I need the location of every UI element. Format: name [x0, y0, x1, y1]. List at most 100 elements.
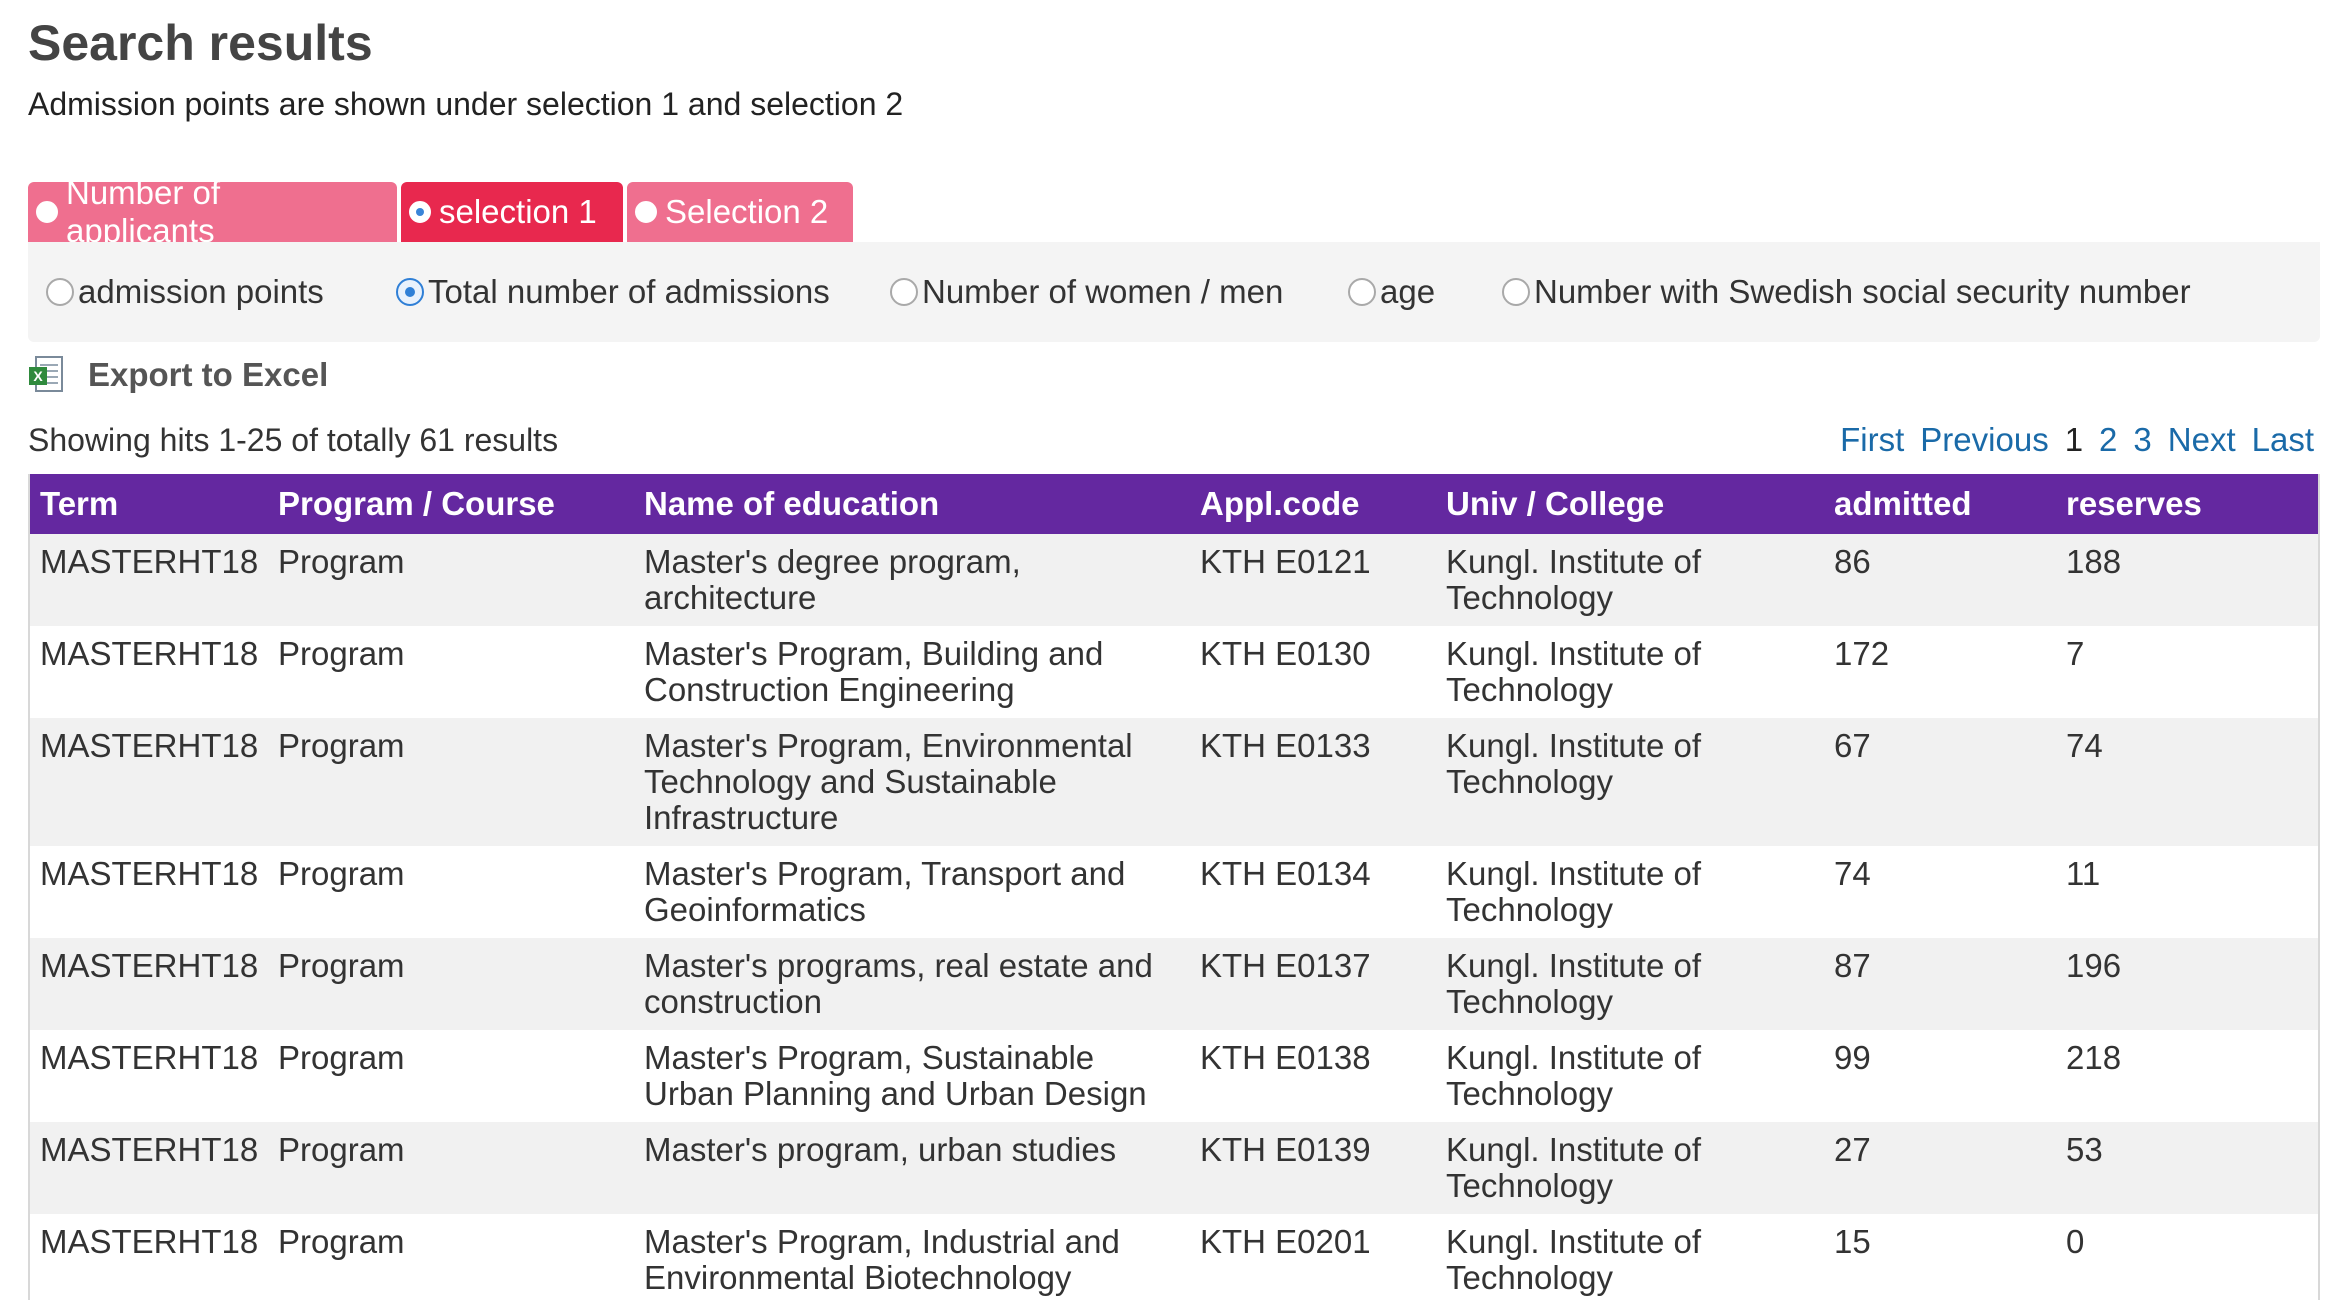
- cell-term: MASTERHT18: [40, 1131, 259, 1168]
- option-total-admissions[interactable]: Total number of admissions: [396, 272, 830, 312]
- option-swedish-ssn[interactable]: Number with Swedish social security numb…: [1502, 272, 2191, 312]
- option-women-men[interactable]: Number of women / men: [890, 272, 1283, 312]
- tab-selection-1[interactable]: selection 1: [401, 182, 623, 242]
- pager-page-2[interactable]: 2: [2099, 420, 2117, 460]
- cell-appl-code: KTH E0139: [1200, 1131, 1371, 1168]
- cell-name-of-education: Master's Program, Sustainable Urban Plan…: [644, 1039, 1147, 1112]
- radio-icon[interactable]: [46, 278, 74, 306]
- cell-reserves: 188: [2066, 543, 2122, 580]
- option-label: admission points: [78, 273, 324, 310]
- option-label: Number of women / men: [922, 273, 1284, 310]
- cell-program-course: Program: [278, 1223, 405, 1260]
- radio-icon[interactable]: [1502, 278, 1530, 306]
- cell-program-course: Program: [278, 1131, 405, 1168]
- cell-reserves: 7: [2066, 635, 2085, 672]
- column-header-name-of-education[interactable]: Name of education: [634, 474, 1190, 534]
- option-label: age: [1380, 273, 1436, 310]
- column-header-reserves[interactable]: reserves: [2056, 474, 2318, 534]
- cell-program-course: Program: [278, 1039, 405, 1076]
- pager-page-3[interactable]: 3: [2133, 420, 2151, 460]
- option-label: Total number of admissions: [428, 273, 830, 310]
- cell-admitted: 99: [1834, 1039, 1871, 1076]
- results-count: Showing hits 1-25 of totally 61 results: [28, 422, 559, 458]
- cell-name-of-education: Master's degree program, architecture: [644, 543, 1021, 616]
- cell-program-course: Program: [278, 855, 405, 892]
- cell-reserves: 11: [2066, 855, 2101, 892]
- option-label: Number with Swedish social security numb…: [1534, 273, 2191, 310]
- cell-term: MASTERHT18: [40, 727, 259, 764]
- cell-reserves: 53: [2066, 1131, 2103, 1168]
- cell-admitted: 67: [1834, 727, 1871, 764]
- cell-term: MASTERHT18: [40, 635, 259, 672]
- export-label: Export to Excel: [88, 356, 329, 393]
- cell-term: MASTERHT18: [40, 947, 259, 984]
- table-row: MASTERHT18 Program Master's program, urban…: [30, 1122, 2318, 1214]
- tab-label: selection 1: [439, 193, 597, 230]
- pager-first[interactable]: First: [1840, 420, 1904, 460]
- cell-univ-college: Kungl. Institute of Technology: [1446, 855, 1701, 928]
- radio-icon[interactable]: [890, 278, 918, 306]
- cell-name-of-education: Master's Program, Building and Construct…: [644, 635, 1104, 708]
- export-to-excel-link[interactable]: X Export to Excel: [28, 352, 328, 398]
- cell-univ-college: Kungl. Institute of Technology: [1446, 1039, 1701, 1112]
- page-subtitle: Admission points are shown under selecti…: [28, 86, 904, 122]
- cell-name-of-education: Master's program, urban studies: [644, 1131, 1117, 1168]
- column-header-term[interactable]: Term: [30, 474, 268, 534]
- display-options: admission points Total number of admissi…: [28, 242, 2320, 342]
- radio-icon[interactable]: [1348, 278, 1376, 306]
- column-header-appl-code[interactable]: Appl.code: [1190, 474, 1436, 534]
- radio-icon[interactable]: [36, 201, 58, 223]
- cell-reserves: 196: [2066, 947, 2122, 984]
- results-table: Term Program / Course Name of education App…: [30, 474, 2318, 1300]
- table-row: MASTERHT18 Program Master's Program, Susta…: [30, 1030, 2318, 1122]
- cell-admitted: 15: [1834, 1223, 1871, 1260]
- cell-term: MASTERHT18: [40, 1223, 259, 1260]
- cell-name-of-education: Master's Program, Environmental Technolo…: [644, 727, 1133, 836]
- cell-term: MASTERHT18: [40, 1039, 259, 1076]
- cell-program-course: Program: [278, 543, 405, 580]
- cell-name-of-education: Master's programs, real estate and const…: [644, 947, 1153, 1020]
- tab-label: Selection 2: [665, 193, 829, 230]
- table-row: MASTERHT18 Program Master's degree program…: [30, 534, 2318, 626]
- tab-label: Number of applicants: [66, 174, 221, 249]
- cell-reserves: 74: [2066, 727, 2103, 764]
- cell-admitted: 87: [1834, 947, 1871, 984]
- radio-selected-icon[interactable]: [396, 278, 424, 306]
- cell-admitted: 74: [1834, 855, 1871, 892]
- cell-term: MASTERHT18: [40, 855, 259, 892]
- svg-text:X: X: [33, 368, 43, 384]
- cell-name-of-education: Master's Program, Transport and Geoinfor…: [644, 855, 1126, 928]
- pager-previous[interactable]: Previous: [1920, 420, 2048, 460]
- pager-last[interactable]: Last: [2252, 420, 2314, 460]
- cell-appl-code: KTH E0133: [1200, 727, 1371, 764]
- page: Search results Admission points are show…: [0, 0, 2348, 1300]
- tab-number-of-applicants[interactable]: Number of applicants: [28, 174, 397, 249]
- pager-current-page: 1: [2064, 421, 2084, 458]
- selection-tabs: Number of applicants selection 1 Selecti…: [28, 174, 857, 249]
- column-header-univ-college[interactable]: Univ / College: [1436, 474, 1824, 534]
- cell-appl-code: KTH E0121: [1200, 543, 1371, 580]
- column-header-program-course[interactable]: Program / Course: [268, 474, 634, 534]
- pager-next[interactable]: Next: [2168, 420, 2236, 460]
- cell-name-of-education: Master's Program, Industrial and Environ…: [644, 1223, 1120, 1296]
- cell-program-course: Program: [278, 727, 405, 764]
- tab-selection-2[interactable]: Selection 2: [627, 182, 853, 242]
- cell-appl-code: KTH E0134: [1200, 855, 1371, 892]
- results-table-container: Term Program / Course Name of education App…: [28, 474, 2320, 1300]
- radio-selected-icon[interactable]: [409, 201, 431, 223]
- cell-reserves: 218: [2066, 1039, 2122, 1076]
- cell-term: MASTERHT18: [40, 543, 259, 580]
- table-row: MASTERHT18 Program Master's Program, Envir…: [30, 718, 2318, 846]
- column-header-admitted[interactable]: admitted: [1824, 474, 2056, 534]
- cell-appl-code: KTH E0130: [1200, 635, 1371, 672]
- cell-reserves: 0: [2066, 1223, 2085, 1260]
- cell-admitted: 172: [1834, 635, 1890, 672]
- cell-admitted: 86: [1834, 543, 1871, 580]
- pagination: First Previous 1 2 3 Next Last: [1824, 420, 2314, 460]
- cell-univ-college: Kungl. Institute of Technology: [1446, 947, 1701, 1020]
- option-admission-points[interactable]: admission points: [46, 272, 324, 312]
- cell-univ-college: Kungl. Institute of Technology: [1446, 635, 1701, 708]
- table-row: MASTERHT18 Program Master's Program, Trans…: [30, 846, 2318, 938]
- option-age[interactable]: age: [1348, 272, 1435, 312]
- radio-icon[interactable]: [635, 201, 657, 223]
